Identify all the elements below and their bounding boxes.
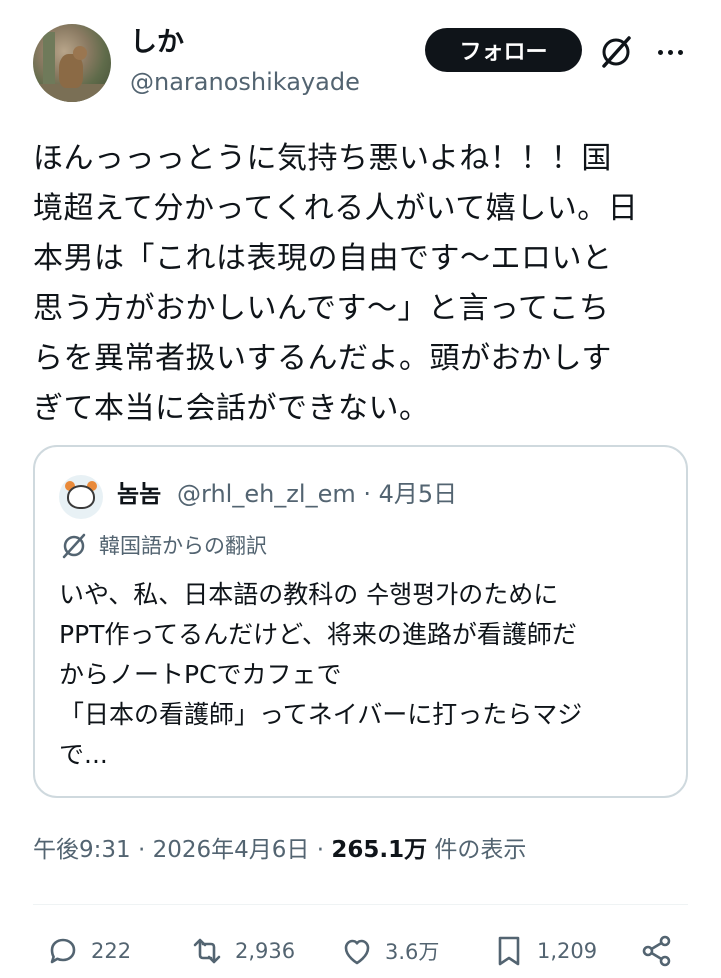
view-suffix: 件の表示 xyxy=(427,837,527,863)
quote-text: いや、私、日本語の教科の 수행평가のために PPT作ってるんだけど、将来の進路が… xyxy=(59,580,583,769)
reply-count: 222 xyxy=(91,939,132,963)
like-count: 3.6万 xyxy=(385,940,440,964)
translation-label: 韓国語からの翻訳 xyxy=(99,534,267,558)
tweet-text: ほんっっっとうに気持ち悪いよね！！！国 境超えて分かってくれる人がいて嬉しい。日… xyxy=(33,141,639,426)
tweet-header: しか @naranoshikayade フォロー xyxy=(0,0,721,120)
quote-avatar[interactable] xyxy=(59,475,103,519)
bookmark-count: 1,209 xyxy=(537,939,598,963)
quoted-tweet[interactable]: 놈놈 @rhl_eh_zl_em · 4月5日 韓国語からの翻訳 いや、私、日本… xyxy=(33,445,688,798)
divider xyxy=(33,904,688,905)
like-icon xyxy=(344,939,370,965)
reply-icon xyxy=(50,938,76,964)
author-display-name[interactable]: しか xyxy=(130,26,184,60)
time-date[interactable]: 午後9:31 · 2026年4月6日 · xyxy=(33,837,331,863)
reply-button[interactable]: 222 xyxy=(45,928,131,974)
more-icon[interactable] xyxy=(650,32,690,72)
bookmark-icon xyxy=(498,936,520,966)
translate-icon xyxy=(62,533,86,559)
like-button[interactable]: 3.6万 xyxy=(339,928,439,974)
author-avatar[interactable] xyxy=(33,24,111,102)
author-handle[interactable]: @naranoshikayade xyxy=(130,66,360,98)
share-icon xyxy=(642,935,671,967)
translation-notice: 韓国語からの翻訳 xyxy=(59,531,267,561)
repost-count: 2,936 xyxy=(235,939,296,963)
share-button[interactable] xyxy=(639,928,675,974)
grok-icon[interactable] xyxy=(596,32,636,72)
repost-icon xyxy=(193,938,221,964)
bookmark-button[interactable]: 1,209 xyxy=(491,928,597,974)
tweet-timestamp: 午後9:31 · 2026年4月6日 · 265.1万 件の表示 xyxy=(33,832,526,868)
follow-button[interactable]: フォロー xyxy=(425,28,582,72)
view-count: 265.1万 xyxy=(331,837,428,863)
action-bar: 222 2,936 3.6万 1,209 xyxy=(33,928,693,974)
quote-meta: @rhl_eh_zl_em · 4月5日 xyxy=(177,480,458,508)
quote-display-name: 놈놈 xyxy=(117,480,162,508)
repost-button[interactable]: 2,936 xyxy=(189,928,295,974)
